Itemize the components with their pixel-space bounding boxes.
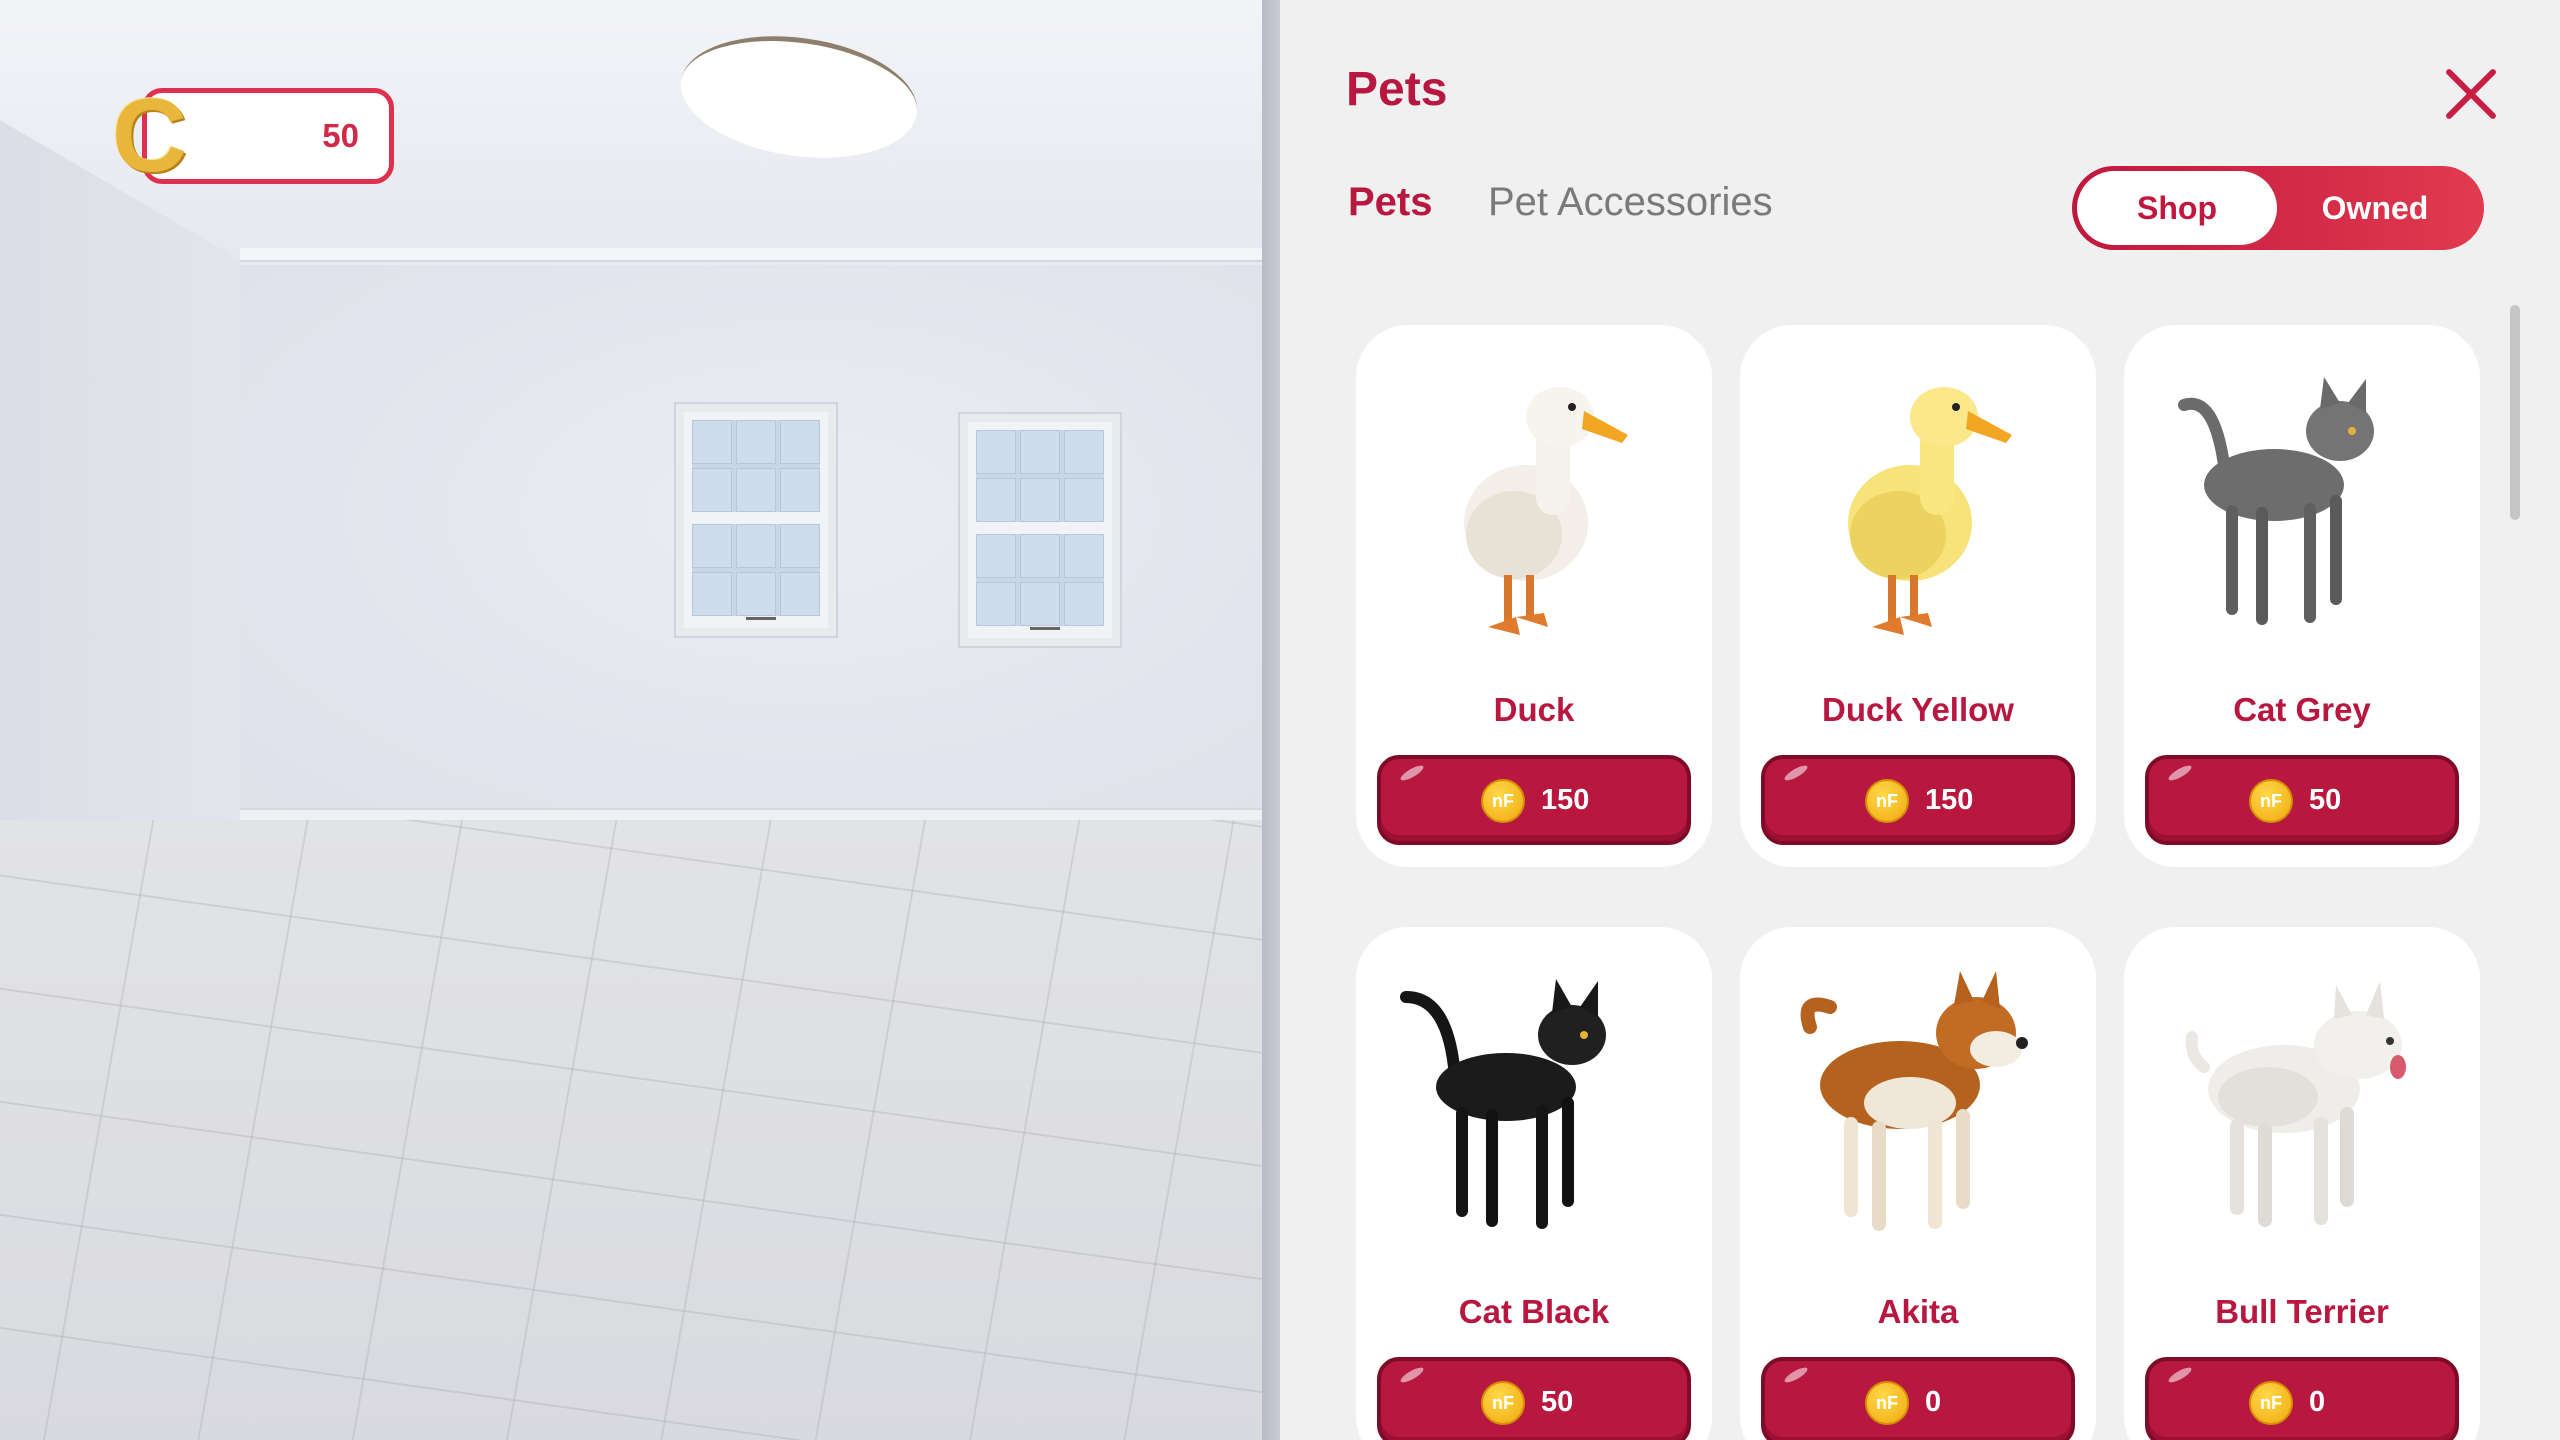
crown-molding <box>240 248 1262 262</box>
toggle-shop[interactable]: Shop <box>2077 171 2277 245</box>
pet-card-duck[interactable]: Duck nF 150 <box>1356 325 1712 867</box>
pet-card-cat-black[interactable]: Cat Black nF 50 <box>1356 927 1712 1440</box>
buy-button[interactable]: nF 0 <box>1761 1357 2075 1440</box>
tile-floor <box>0 820 1262 1440</box>
pet-name: Bull Terrier <box>2215 1293 2389 1330</box>
bull-terrier-dog-icon <box>2185 981 2406 1227</box>
close-icon[interactable] <box>2436 60 2504 128</box>
white-duck-icon <box>1464 387 1628 635</box>
buy-button[interactable]: nF 50 <box>1377 1357 1691 1440</box>
pet-card-duck-yellow[interactable]: Duck Yellow nF 150 <box>1740 325 2096 867</box>
buy-button[interactable]: nF 50 <box>2145 755 2459 845</box>
buy-button[interactable]: nF 0 <box>2145 1357 2459 1440</box>
pet-name: Duck <box>1493 691 1575 728</box>
room-scene[interactable]: 50 C <box>0 0 1280 1440</box>
room-window-left <box>676 404 836 636</box>
pet-name: Cat Black <box>1458 1293 1610 1330</box>
coin-icon: nF <box>2249 1381 2293 1425</box>
tab-pets[interactable]: Pets <box>1348 180 1433 225</box>
coin-icon: nF <box>1481 779 1525 823</box>
pet-price: 50 <box>2309 784 2342 816</box>
pet-name: Akita <box>1877 1293 1959 1330</box>
pet-price: 0 <box>1925 1386 1942 1418</box>
panel-divider <box>1262 0 1280 1440</box>
pet-price: 150 <box>1541 784 1590 816</box>
tab-pet-accessories[interactable]: Pet Accessories <box>1488 180 1773 225</box>
scrollbar[interactable] <box>2510 305 2520 520</box>
pet-price: 150 <box>1925 784 1974 816</box>
room-window-right <box>960 414 1120 646</box>
toggle-owned[interactable]: Owned <box>2272 171 2478 245</box>
buy-button[interactable]: nF 150 <box>1377 755 1691 845</box>
pet-price: 50 <box>1541 1386 1574 1418</box>
coin-icon: nF <box>1865 1381 1909 1425</box>
pet-card-akita[interactable]: Akita nF 0 <box>1740 927 2096 1440</box>
coin-balance: 50 <box>322 117 359 154</box>
pet-name: Duck Yellow <box>1822 691 2014 728</box>
buy-button[interactable]: nF 150 <box>1761 755 2075 845</box>
shop-owned-toggle[interactable]: Shop Owned <box>2072 166 2484 250</box>
pet-price: 0 <box>2309 1386 2326 1418</box>
coin-icon: nF <box>1865 779 1909 823</box>
black-cat-icon <box>1400 979 1606 1229</box>
pet-card-bull-terrier[interactable]: Bull Terrier nF 0 <box>2124 927 2480 1440</box>
akita-dog-icon <box>1800 971 2028 1231</box>
coin-counter: 50 C <box>112 78 394 194</box>
coin-icon: nF <box>1481 1381 1525 1425</box>
yellow-duck-icon <box>1848 387 2012 635</box>
pet-card-cat-grey[interactable]: Cat Grey nF 50 <box>2124 325 2480 867</box>
coin-icon: nF <box>2249 779 2293 823</box>
grey-cat-icon <box>2178 377 2374 625</box>
pet-name: Cat Grey <box>2233 691 2371 728</box>
pets-shop-panel: Pets Pets Pet Accessories Shop Owned Duc… <box>1280 0 2560 1440</box>
panel-title: Pets <box>1346 63 1448 116</box>
coin-icon: C <box>112 78 188 194</box>
